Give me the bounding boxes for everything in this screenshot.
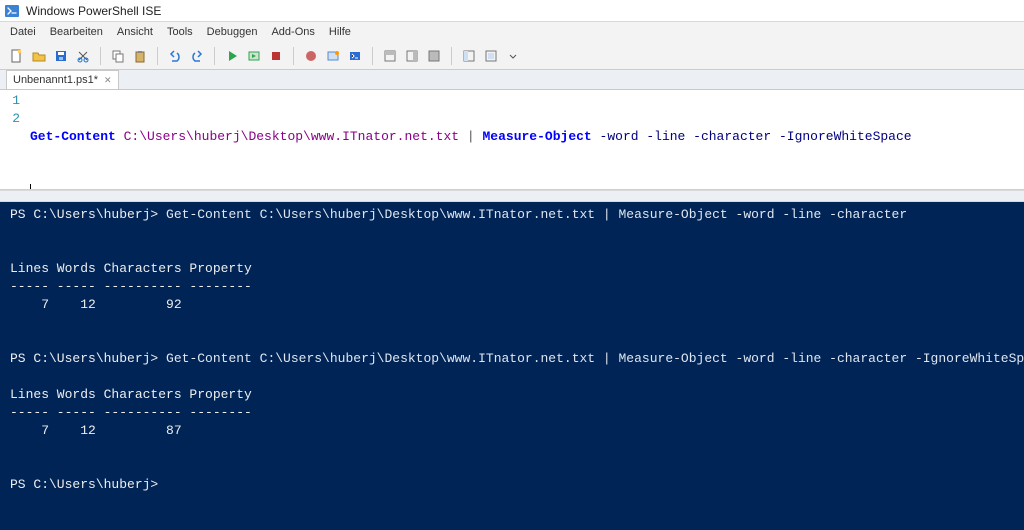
menu-hilfe[interactable]: Hilfe <box>323 24 357 40</box>
menu-tools[interactable]: Tools <box>161 24 199 40</box>
menubar: Datei Bearbeiten Ansicht Tools Debuggen … <box>0 22 1024 42</box>
show-script-pane-max-icon[interactable] <box>425 47 443 65</box>
editor-line-1: Get-Content C:\Users\huberj\Desktop\www.… <box>30 128 1024 146</box>
token-pipe: | <box>467 129 475 144</box>
console-table-underline: ----- ----- ---------- -------- <box>10 279 252 294</box>
console-prompt: PS C:\Users\huberj> <box>10 207 158 222</box>
open-file-icon[interactable] <box>30 47 48 65</box>
menu-ansicht[interactable]: Ansicht <box>111 24 159 40</box>
app-icon <box>4 3 20 19</box>
token-cmd: Get-Content <box>30 129 116 144</box>
console-prompt: PS C:\Users\huberj> <box>10 351 158 366</box>
toolbar <box>0 42 1024 70</box>
show-command-addon-icon[interactable] <box>460 47 478 65</box>
script-tab[interactable]: Unbenannt1.ps1* ✕ <box>6 70 119 89</box>
save-icon[interactable] <box>52 47 70 65</box>
script-editor[interactable]: 1 2 Get-Content C:\Users\huberj\Desktop\… <box>0 90 1024 190</box>
powershell-tab-icon[interactable] <box>346 47 364 65</box>
editor-line-2 <box>30 182 1024 190</box>
token-cmd: Measure-Object <box>475 129 592 144</box>
console-command-2: Get-Content C:\Users\huberj\Desktop\www.… <box>158 351 1024 366</box>
copy-icon[interactable] <box>109 47 127 65</box>
toolbar-overflow-icon[interactable] <box>504 47 522 65</box>
close-tab-icon[interactable]: ✕ <box>104 75 112 86</box>
console-table-row-2: 7 12 87 <box>10 423 182 438</box>
menu-bearbeiten[interactable]: Bearbeiten <box>44 24 109 40</box>
console-table-underline: ----- ----- ---------- -------- <box>10 405 252 420</box>
new-file-icon[interactable] <box>8 47 26 65</box>
text-caret <box>30 184 31 190</box>
editor-lines: Get-Content C:\Users\huberj\Desktop\www.… <box>30 90 1024 190</box>
script-tab-row: Unbenannt1.ps1* ✕ <box>0 70 1024 90</box>
menu-datei[interactable]: Datei <box>4 24 42 40</box>
token-path: C:\Users\huberj\Desktop\www.ITnator.net.… <box>116 129 467 144</box>
cut-icon[interactable] <box>74 47 92 65</box>
console-table-header: Lines Words Characters Property <box>10 387 252 402</box>
titlebar: Windows PowerShell ISE <box>0 0 1024 22</box>
show-script-pane-right-icon[interactable] <box>403 47 421 65</box>
editor-gutter: 1 2 <box>0 90 26 189</box>
show-script-pane-top-icon[interactable] <box>381 47 399 65</box>
stop-icon[interactable] <box>267 47 285 65</box>
new-remote-tab-icon[interactable] <box>324 47 342 65</box>
gutter-line: 1 <box>0 92 20 110</box>
editor-horizontal-scrollbar[interactable] <box>0 190 1024 202</box>
paste-icon[interactable] <box>131 47 149 65</box>
window-title: Windows PowerShell ISE <box>26 4 161 18</box>
gutter-line: 2 <box>0 110 20 128</box>
console-table-row-1: 7 12 92 <box>10 297 182 312</box>
breakpoint-icon[interactable] <box>302 47 320 65</box>
console-table-header: Lines Words Characters Property <box>10 261 252 276</box>
redo-icon[interactable] <box>188 47 206 65</box>
console-command-1: Get-Content C:\Users\huberj\Desktop\www.… <box>158 207 907 222</box>
run-selection-icon[interactable] <box>245 47 263 65</box>
menu-debuggen[interactable]: Debuggen <box>201 24 264 40</box>
undo-icon[interactable] <box>166 47 184 65</box>
console-pane[interactable]: PS C:\Users\huberj> Get-Content C:\Users… <box>0 202 1024 530</box>
show-command-window-icon[interactable] <box>482 47 500 65</box>
script-tab-label: Unbenannt1.ps1* <box>13 74 98 86</box>
run-icon[interactable] <box>223 47 241 65</box>
console-prompt: PS C:\Users\huberj> <box>10 477 158 492</box>
token-params: -word -line -character -IgnoreWhiteSpace <box>592 129 912 144</box>
menu-addons[interactable]: Add-Ons <box>265 24 320 40</box>
